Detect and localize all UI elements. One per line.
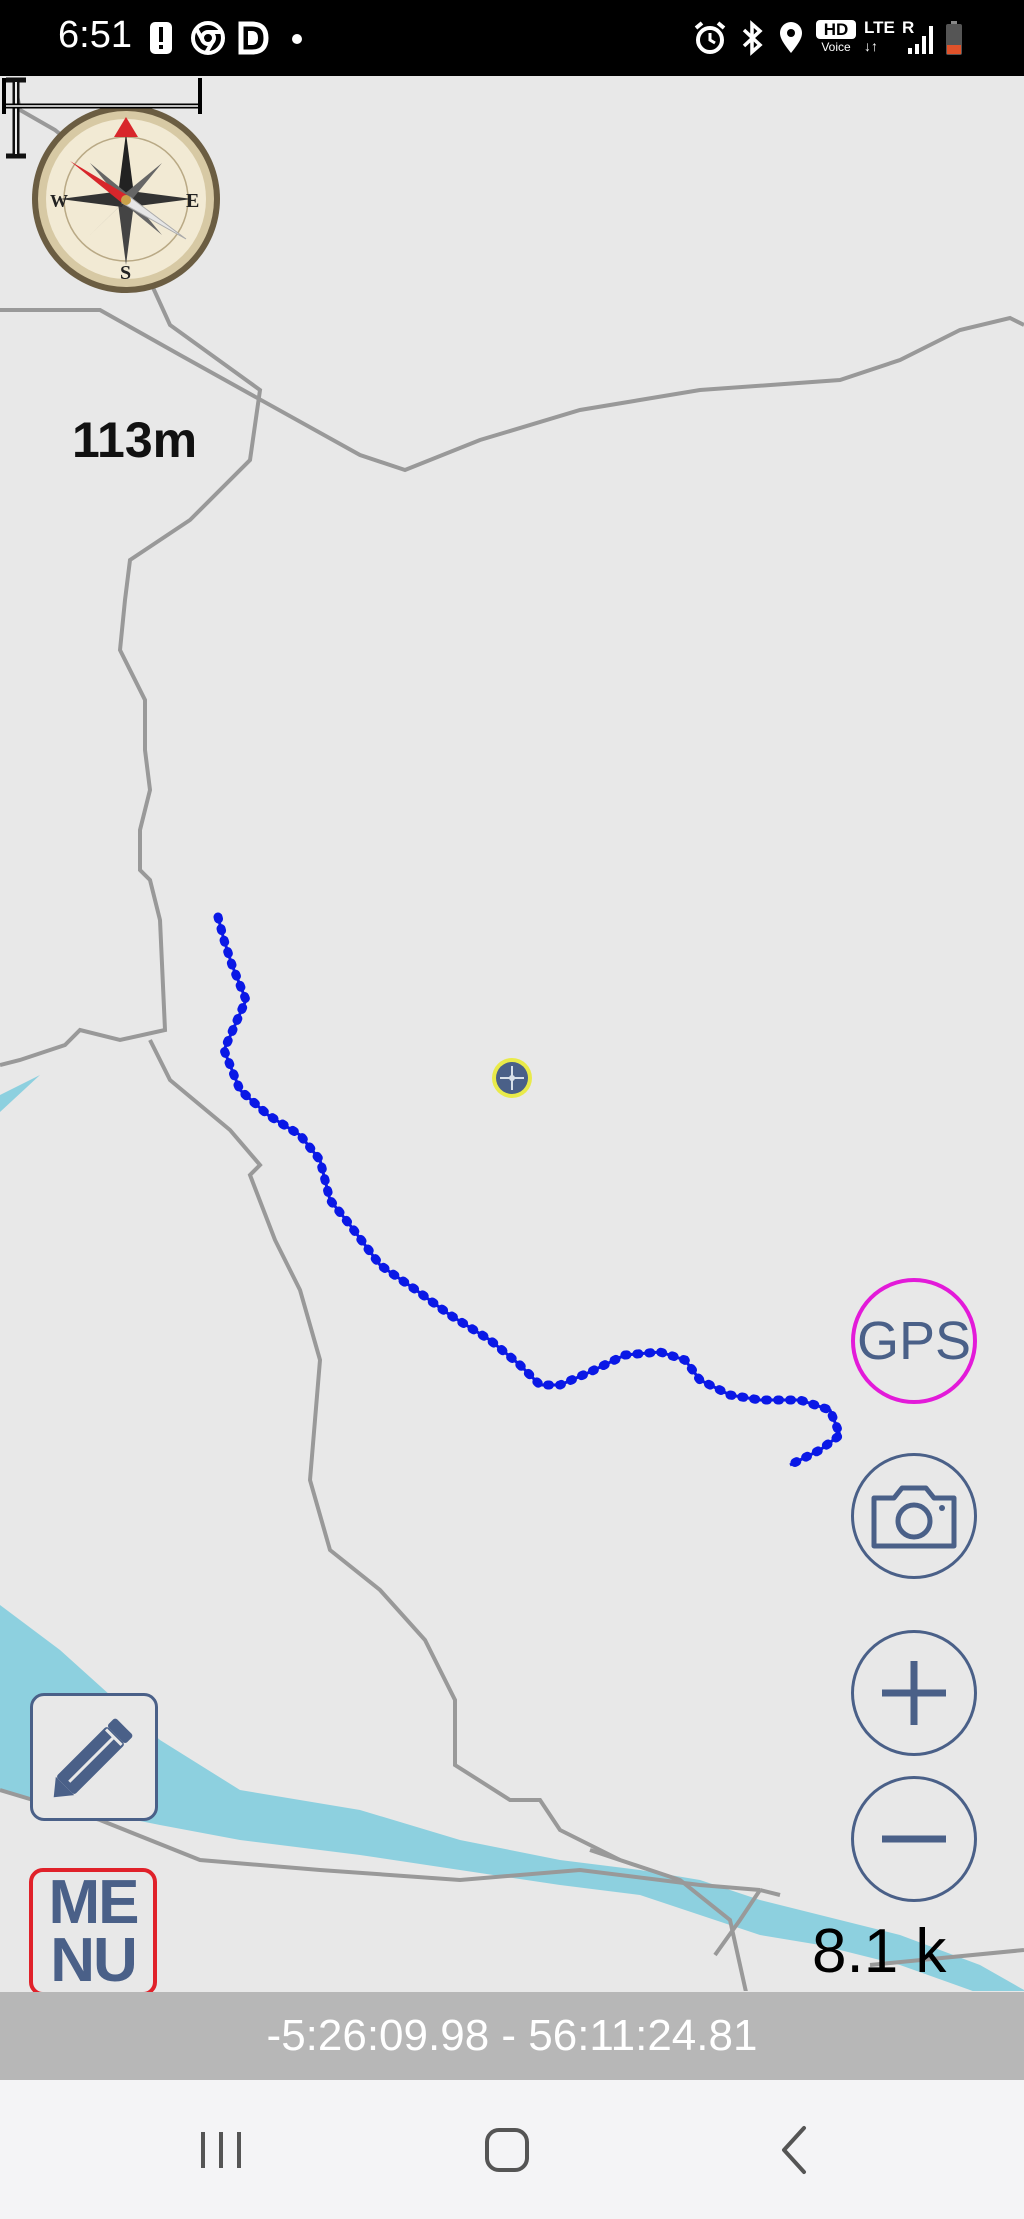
camera-button[interactable] — [851, 1453, 977, 1579]
status-time: 6:51 — [58, 14, 132, 56]
scale-label: 8.1 k — [812, 1917, 947, 1986]
bluetooth-icon — [742, 20, 763, 56]
back-button[interactable] — [740, 2100, 850, 2200]
map-view[interactable]: S E W 113m GPS ME NU 8.1 k — [0, 76, 1024, 1996]
menu-label-line2: NU — [50, 1926, 138, 1995]
system-nav-bar — [0, 2080, 1024, 2219]
minus-icon — [882, 1835, 946, 1843]
svg-text:S: S — [120, 262, 131, 284]
edit-button[interactable] — [30, 1693, 158, 1821]
gps-label: GPS — [856, 1311, 972, 1371]
lte-icon: LTE ↓↑ — [864, 18, 898, 58]
gps-track — [213, 912, 846, 1470]
menu-button[interactable]: ME NU — [29, 1868, 157, 1996]
scale-bar-icon — [2, 78, 202, 114]
chrome-icon — [191, 21, 225, 55]
compass-icon[interactable]: S E W — [30, 103, 222, 295]
signal-icon: R — [902, 18, 938, 58]
home-button[interactable] — [452, 2100, 562, 2200]
coordinates-bar: -5:26:09.98 - 56:11:24.81 — [0, 1992, 1024, 2080]
current-position-marker — [492, 1058, 532, 1098]
battery-low-icon — [946, 21, 962, 55]
alert-icon — [150, 22, 172, 54]
d-app-icon — [238, 21, 269, 55]
dot-icon — [292, 34, 302, 44]
data-arrows-icon: ↓↑ — [864, 38, 878, 54]
recent-apps-icon — [201, 2132, 241, 2168]
hd-voice-icon: HD Voice — [816, 18, 856, 58]
alarm-icon — [694, 21, 726, 54]
recent-apps-button[interactable] — [166, 2100, 276, 2200]
camera-icon — [871, 1485, 957, 1549]
gps-track-outline — [216, 916, 842, 1467]
home-icon — [485, 2128, 529, 2172]
svg-text:E: E — [186, 190, 199, 212]
menu-label-line1: ME — [48, 1868, 140, 1937]
pencil-icon — [53, 1718, 133, 1798]
gps-button[interactable]: GPS — [851, 1278, 977, 1404]
zoom-in-button[interactable] — [851, 1630, 977, 1756]
zoom-out-button[interactable] — [851, 1776, 977, 1902]
svg-text:W: W — [50, 191, 68, 211]
status-bar: 6:51 HD Voice LTE ↓↑ R — [0, 0, 1024, 76]
plus-icon — [882, 1661, 946, 1725]
water-area-small — [0, 1075, 40, 1112]
altitude-label: 113m — [72, 412, 198, 468]
location-icon — [780, 22, 802, 53]
back-icon — [782, 2126, 806, 2174]
coordinates-text: -5:26:09.98 - 56:11:24.81 — [266, 2011, 758, 2060]
